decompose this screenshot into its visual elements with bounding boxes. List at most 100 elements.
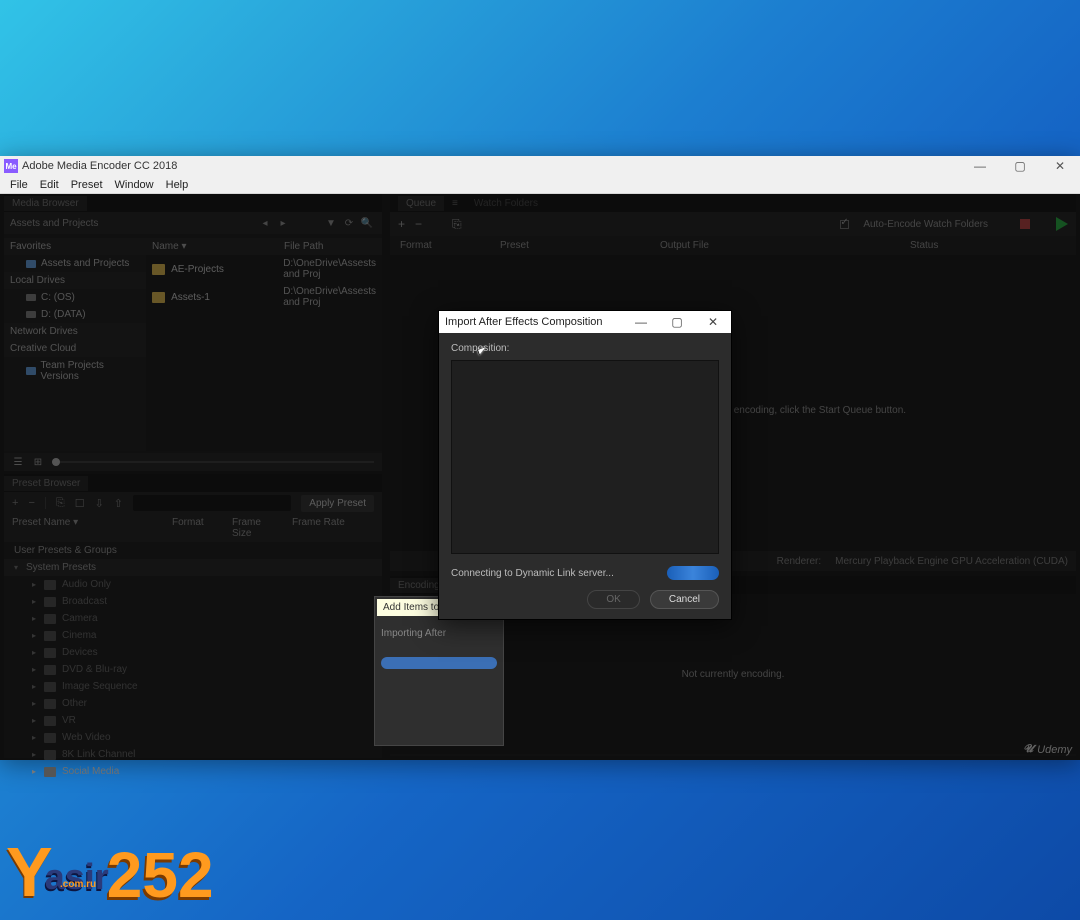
popup-progress-bar: [381, 657, 497, 669]
tab-watch-folders[interactable]: Watch Folders: [466, 196, 546, 211]
menu-preset[interactable]: Preset: [65, 179, 109, 191]
col-preset-name[interactable]: Preset Name ▾: [4, 514, 164, 542]
preset-group-item[interactable]: ▸Camera: [4, 610, 382, 627]
tree-item-team[interactable]: Team Projects Versions: [4, 357, 146, 385]
remove-preset-icon[interactable]: −: [28, 497, 34, 509]
apply-preset-button[interactable]: Apply Preset: [301, 495, 374, 512]
col-format[interactable]: Format: [164, 514, 224, 542]
close-button[interactable]: ✕: [1040, 159, 1080, 173]
col-format[interactable]: Format: [390, 240, 490, 251]
minimize-button[interactable]: —: [960, 159, 1000, 173]
tree-item-drive-d[interactable]: D: (DATA): [4, 306, 146, 323]
category-icon: [44, 580, 56, 590]
tree-item-drive-c[interactable]: C: (OS): [4, 289, 146, 306]
wm-num: 252: [107, 838, 214, 912]
menu-edit[interactable]: Edit: [34, 179, 65, 191]
col-status[interactable]: Status: [900, 240, 1076, 251]
filter-icon[interactable]: ▼: [322, 218, 340, 229]
search-icon[interactable]: 🔍: [358, 218, 376, 229]
cancel-button[interactable]: Cancel: [650, 590, 719, 609]
category-icon: [44, 614, 56, 624]
dialog-titlebar[interactable]: Import After Effects Composition — ▢ ✕: [439, 311, 731, 333]
file-path: D:\OneDrive\Assests and Proj: [283, 286, 376, 308]
add-preset-icon[interactable]: +: [12, 497, 18, 509]
preset-group-system[interactable]: ▾System Presets: [4, 559, 382, 576]
app-title: Adobe Media Encoder CC 2018: [22, 160, 177, 172]
file-row[interactable]: AE-Projects D:\OneDrive\Assests and Proj: [146, 255, 382, 283]
col-output[interactable]: Output File: [650, 240, 900, 251]
file-list: Name ▾ File Path AE-Projects D:\OneDrive…: [146, 238, 382, 451]
preset-group-item[interactable]: ▸Devices: [4, 644, 382, 661]
tab-preset-browser[interactable]: Preset Browser: [4, 476, 88, 491]
dialog-minimize-button[interactable]: —: [623, 315, 659, 329]
refresh-icon[interactable]: ⟳: [340, 218, 358, 229]
preset-group-item[interactable]: ▸Cinema: [4, 627, 382, 644]
udemy-watermark: 𝓤Udemy: [1023, 743, 1072, 756]
preset-group-item[interactable]: ▸VR: [4, 712, 382, 729]
app-icon: Me: [4, 159, 18, 173]
menu-window[interactable]: Window: [109, 179, 160, 191]
tree-group-local[interactable]: Local Drives: [4, 272, 146, 289]
stop-queue-icon[interactable]: [1020, 219, 1030, 229]
export-preset-icon[interactable]: ⇧: [114, 497, 123, 510]
dup-preset-icon[interactable]: ⎘: [56, 497, 65, 510]
preset-group-item[interactable]: ▸DVD & Blu-ray: [4, 661, 382, 678]
col-name[interactable]: Name ▾: [146, 238, 278, 255]
preset-group-item[interactable]: ▸Broadcast: [4, 593, 382, 610]
folder-icon: [26, 260, 36, 268]
import-preset-icon[interactable]: ⇩: [95, 497, 104, 510]
titlebar: Me Adobe Media Encoder CC 2018 — ▢ ✕: [0, 156, 1080, 176]
breadcrumb: Assets and Projects: [10, 218, 98, 229]
file-name: Assets-1: [171, 292, 283, 303]
folder-icon: [152, 292, 165, 303]
category-icon: [44, 631, 56, 641]
preset-group-item[interactable]: ▸Web Video: [4, 729, 382, 746]
composition-listbox[interactable]: [451, 360, 719, 554]
category-icon: [44, 716, 56, 726]
menu-file[interactable]: File: [4, 179, 34, 191]
dialog-maximize-button[interactable]: ▢: [659, 315, 695, 329]
queue-columns: Format Preset Output File Status: [390, 236, 1076, 255]
preset-group-item[interactable]: ▸8K Link Channel: [4, 746, 382, 763]
tree-group-network[interactable]: Network Drives: [4, 323, 146, 340]
folder-icon: [26, 367, 36, 375]
dialog-close-button[interactable]: ✕: [695, 315, 731, 329]
maximize-button[interactable]: ▢: [1000, 159, 1040, 173]
nav-back-icon[interactable]: ◂: [256, 218, 274, 229]
col-frame-size[interactable]: Frame Size: [224, 514, 284, 542]
file-row[interactable]: Assets-1 D:\OneDrive\Assests and Proj: [146, 283, 382, 311]
col-frame-rate[interactable]: Frame Rate: [284, 514, 382, 542]
tree-group-favorites[interactable]: Favorites: [4, 238, 146, 255]
start-queue-icon[interactable]: [1056, 217, 1068, 231]
preset-group-item[interactable]: ▸Image Sequence: [4, 678, 382, 695]
preset-group-item[interactable]: ▸Social Media: [4, 763, 382, 780]
tree-group-cc[interactable]: Creative Cloud: [4, 340, 146, 357]
preset-group-user[interactable]: User Presets & Groups: [4, 542, 382, 559]
new-group-icon[interactable]: ☐: [75, 497, 85, 510]
queue-dup-icon[interactable]: ⎘: [452, 217, 462, 232]
auto-encode-checkbox[interactable]: [840, 220, 849, 229]
ok-button[interactable]: OK: [587, 590, 639, 609]
queue-remove-icon[interactable]: −: [415, 217, 422, 231]
menubar: File Edit Preset Window Help: [0, 176, 1080, 194]
preset-search-input[interactable]: [133, 495, 291, 511]
col-preset[interactable]: Preset: [490, 240, 650, 251]
view-list-icon[interactable]: ☰: [12, 457, 24, 468]
view-grid-icon[interactable]: ⊞: [32, 457, 44, 468]
nav-fwd-icon[interactable]: ▸: [274, 218, 292, 229]
tab-queue[interactable]: Queue: [398, 196, 444, 211]
encoding-idle-label: Not currently encoding.: [682, 669, 785, 680]
thumb-size-slider[interactable]: [52, 461, 374, 463]
renderer-value[interactable]: Mercury Playback Engine GPU Acceleration…: [835, 556, 1068, 567]
queue-toolbar: + − ⎘ Auto-Encode Watch Folders: [390, 212, 1076, 236]
disk-icon: [26, 311, 36, 318]
dialog-status-text: Connecting to Dynamic Link server...: [451, 568, 659, 579]
folder-icon: [152, 264, 165, 275]
tab-media-browser[interactable]: Media Browser: [4, 196, 87, 211]
tree-item-fav[interactable]: Assets and Projects: [4, 255, 146, 272]
preset-group-item[interactable]: ▸Audio Only: [4, 576, 382, 593]
preset-group-item[interactable]: ▸Other: [4, 695, 382, 712]
menu-help[interactable]: Help: [160, 179, 195, 191]
col-path[interactable]: File Path: [278, 238, 382, 255]
queue-add-icon[interactable]: +: [398, 217, 405, 231]
